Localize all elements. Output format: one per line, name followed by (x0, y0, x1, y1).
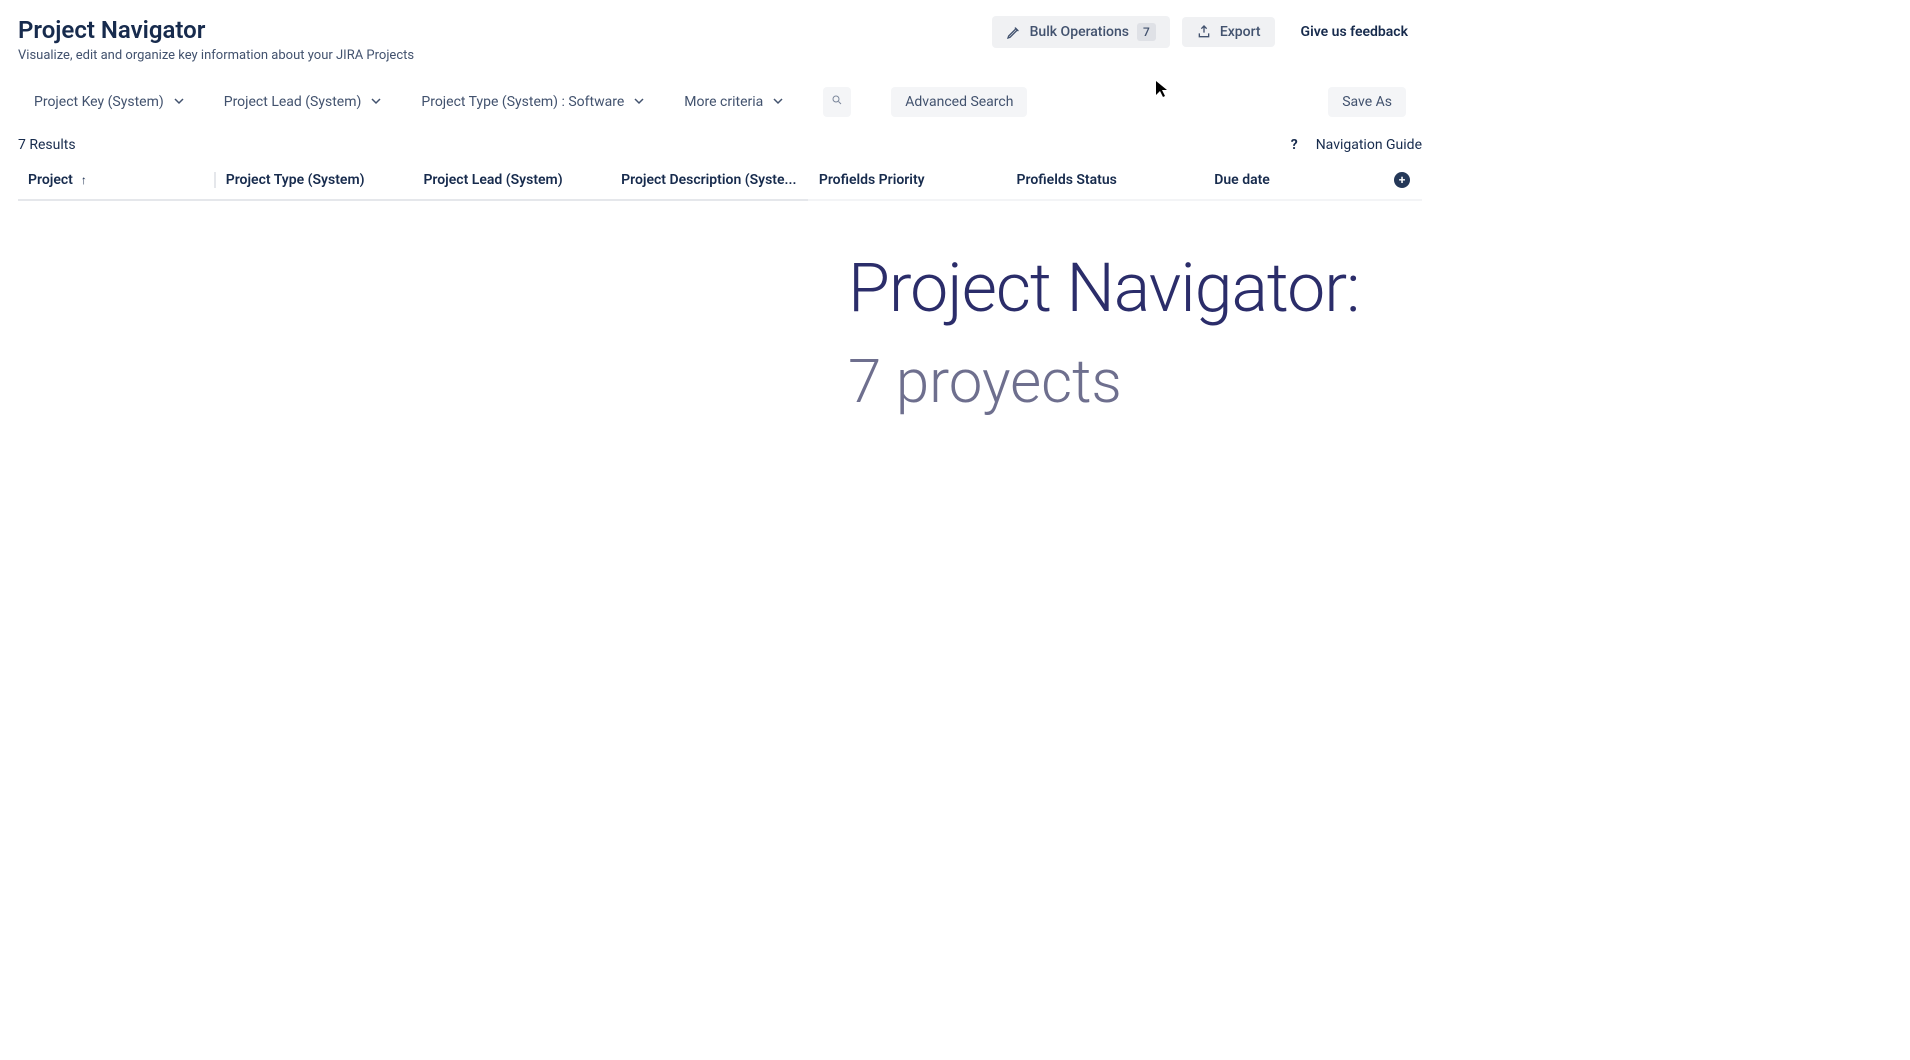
help-icon[interactable]: ? (1291, 137, 1298, 153)
advanced-search-label: Advanced Search (905, 94, 1013, 110)
advanced-search-button[interactable]: Advanced Search (891, 87, 1027, 117)
table-header: Project ↑ Project Type (System) Project … (18, 161, 1422, 201)
overlay-title: Project Navigator: (848, 253, 1448, 324)
filter-project-key-label: Project Key (System) (34, 94, 164, 110)
chevron-down-icon (773, 94, 783, 110)
chevron-down-icon (634, 94, 644, 110)
pencil-icon (1006, 24, 1022, 40)
filter-project-type-label: Project Type (System) : Software (421, 94, 624, 110)
bulk-operations-button[interactable]: Bulk Operations 7 (992, 16, 1170, 48)
search-icon (831, 94, 843, 110)
results-count: 7 Results (18, 137, 76, 153)
export-icon (1196, 24, 1212, 40)
column-description[interactable]: Project Description (Syste... (611, 172, 809, 188)
chevron-down-icon (371, 94, 381, 110)
filter-project-type[interactable]: Project Type (System) : Software (421, 94, 644, 110)
page-subtitle: Visualize, edit and organize key informa… (18, 48, 414, 63)
column-project-label: Project (28, 172, 73, 188)
column-status[interactable]: Profields Status (1007, 172, 1205, 188)
filter-project-lead-label: Project Lead (System) (224, 94, 362, 110)
column-priority[interactable]: Profields Priority (809, 172, 1007, 188)
overlay-banner: Project Navigator: 7 proyects (808, 193, 1448, 713)
sort-asc-icon: ↑ (81, 173, 87, 187)
export-label: Export (1220, 24, 1261, 40)
navigation-guide-link[interactable]: Navigation Guide (1316, 137, 1422, 153)
page-title: Project Navigator (18, 16, 414, 44)
bulk-operations-count: 7 (1137, 23, 1156, 41)
column-lead[interactable]: Project Lead (System) (413, 172, 611, 188)
export-button[interactable]: Export (1182, 17, 1275, 47)
search-button[interactable] (823, 87, 851, 117)
save-as-button[interactable]: Save As (1328, 87, 1406, 117)
feedback-label: Give us feedback (1301, 24, 1408, 40)
filter-project-key[interactable]: Project Key (System) (34, 94, 184, 110)
save-as-label: Save As (1342, 94, 1392, 110)
filter-project-lead[interactable]: Project Lead (System) (224, 94, 382, 110)
overlay-subtitle: 7 proyects (848, 346, 1448, 417)
column-project[interactable]: Project ↑ (18, 172, 216, 188)
filter-more-criteria-label: More criteria (684, 94, 763, 110)
column-type[interactable]: Project Type (System) (216, 172, 414, 188)
feedback-link[interactable]: Give us feedback (1287, 17, 1422, 47)
chevron-down-icon (174, 94, 184, 110)
filter-more-criteria[interactable]: More criteria (684, 94, 783, 110)
add-column-button[interactable]: + (1394, 172, 1410, 188)
bulk-operations-label: Bulk Operations (1030, 24, 1129, 40)
column-due[interactable]: Due date (1204, 172, 1382, 188)
